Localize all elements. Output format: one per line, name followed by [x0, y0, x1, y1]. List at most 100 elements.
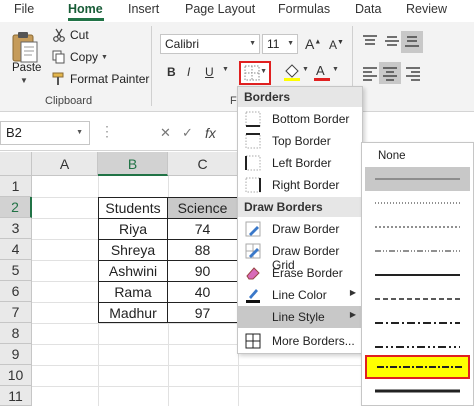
row-header-11[interactable]: 11	[0, 386, 32, 406]
line-style-medium[interactable]	[365, 263, 470, 287]
column-header-c[interactable]: C	[168, 152, 238, 176]
row-header-5[interactable]: 5	[0, 260, 32, 281]
bold-button[interactable]: B	[167, 65, 176, 79]
row-header-9[interactable]: 9	[0, 344, 32, 365]
chevron-down-icon[interactable]: ▼	[302, 66, 309, 73]
borders-icon	[244, 65, 260, 81]
table-header-cell[interactable]: Students	[99, 198, 168, 219]
tab-review[interactable]: Review	[406, 2, 447, 16]
group-divider	[151, 26, 152, 106]
decrease-font-size-icon[interactable]: A▼	[329, 38, 344, 52]
align-right-icon[interactable]	[405, 67, 421, 81]
draw-border-label: Draw Border	[272, 222, 340, 236]
line-style-dash-dot-dot[interactable]	[365, 239, 470, 263]
row-header-4[interactable]: 4	[0, 239, 32, 260]
increase-font-size-icon[interactable]: A▲	[305, 36, 321, 52]
cancel-icon[interactable]: ✕	[160, 125, 171, 141]
tab-formulas[interactable]: Formulas	[278, 2, 330, 16]
line-style-slanted-dash-dot[interactable]	[365, 355, 470, 379]
row-header-6[interactable]: 6	[0, 281, 32, 302]
enter-icon[interactable]: ✓	[182, 125, 193, 141]
line-color-item[interactable]: Line Color ▶	[238, 284, 362, 306]
align-left-icon[interactable]	[362, 67, 378, 81]
chevron-down-icon[interactable]: ▼	[287, 40, 294, 47]
line-style-dashed[interactable]	[365, 287, 470, 311]
cut-label: Cut	[70, 28, 89, 42]
paste-button[interactable]: Paste	[12, 62, 41, 74]
table-cell[interactable]: 88	[168, 240, 237, 261]
italic-button[interactable]: I	[187, 65, 190, 79]
top-align-icon[interactable]	[362, 35, 378, 47]
name-box[interactable]: B2 ▼	[0, 121, 90, 145]
tab-home[interactable]: Home	[68, 2, 103, 16]
table-cell[interactable]: 74	[168, 219, 237, 240]
line-color-icon	[246, 289, 260, 303]
middle-align-icon[interactable]	[384, 35, 400, 47]
erase-border-label: Erase Border	[272, 266, 343, 280]
table-header-cell[interactable]: Science	[168, 198, 237, 219]
row-header-3[interactable]: 3	[0, 218, 32, 239]
font-size-combo[interactable]: 11 ▼	[262, 34, 298, 54]
right-border-item[interactable]: Right Border	[238, 174, 362, 196]
table-cell[interactable]: Ashwini	[99, 261, 168, 282]
line-style-none[interactable]: None	[378, 150, 406, 162]
line-style-dotted[interactable]	[365, 215, 470, 239]
line-style-thick[interactable]	[365, 379, 470, 403]
bottom-border-item[interactable]: Bottom Border	[238, 108, 362, 130]
line-style-thin[interactable]	[365, 167, 470, 191]
active-tab-indicator	[68, 18, 104, 21]
align-center-icon[interactable]	[382, 67, 398, 81]
chevron-down-icon[interactable]: ▼	[101, 54, 108, 61]
column-header-b[interactable]: B	[98, 152, 168, 176]
cut-button[interactable]: Cut	[52, 26, 89, 44]
row-header-2[interactable]: 2	[0, 197, 32, 218]
erase-border-item[interactable]: Erase Border	[238, 262, 362, 284]
tab-insert[interactable]: Insert	[128, 2, 159, 16]
row-header-8[interactable]: 8	[0, 323, 32, 344]
left-border-item[interactable]: Left Border	[238, 152, 362, 174]
bottom-align-icon[interactable]	[404, 35, 420, 47]
top-border-item[interactable]: Top Border	[238, 130, 362, 152]
draw-border-grid-item[interactable]: Draw Border Grid	[238, 240, 362, 272]
copy-button[interactable]: Copy ▼	[52, 48, 108, 66]
chevron-down-icon[interactable]: ▼	[332, 66, 339, 73]
borders-dropdown-button[interactable]: ▼	[239, 61, 271, 85]
tab-data[interactable]: Data	[355, 2, 381, 16]
fill-color-icon[interactable]	[282, 62, 302, 82]
table-cell[interactable]: 40	[168, 282, 237, 303]
chevron-down-icon[interactable]: ▼	[76, 129, 83, 136]
line-style-dotted-hair[interactable]	[365, 191, 470, 215]
pencil-grid-icon	[245, 243, 261, 259]
row-header-10[interactable]: 10	[0, 365, 32, 386]
select-all-corner[interactable]	[0, 152, 32, 176]
table-cell[interactable]: Madhur	[99, 303, 168, 322]
table-cell[interactable]: Riya	[99, 219, 168, 240]
row-header-7[interactable]: 7	[0, 302, 32, 323]
table-cell[interactable]: 97	[168, 303, 237, 322]
table-cell[interactable]: Shreya	[99, 240, 168, 261]
paste-icon[interactable]	[10, 30, 40, 64]
table-cell[interactable]: Rama	[99, 282, 168, 303]
more-borders-label: More Borders...	[272, 334, 355, 348]
chevron-down-icon[interactable]: ▼	[260, 68, 267, 75]
line-style-medium-dash-dot[interactable]	[365, 311, 470, 335]
table-cell[interactable]: 90	[168, 261, 237, 282]
line-style-label: Line Style	[272, 310, 325, 324]
chevron-down-icon[interactable]: ▼	[20, 76, 28, 85]
font-name-combo[interactable]: Calibri ▼	[160, 34, 260, 54]
tab-page-layout[interactable]: Page Layout	[185, 2, 255, 16]
font-color-icon[interactable]: A	[313, 62, 331, 82]
tab-file[interactable]: File	[14, 2, 34, 16]
underline-button[interactable]: U	[205, 65, 214, 79]
format-painter-button[interactable]: Format Painter	[52, 70, 149, 88]
more-borders-item[interactable]: More Borders...	[238, 330, 362, 352]
chevron-down-icon[interactable]: ▼	[249, 40, 256, 47]
chevron-down-icon[interactable]: ▼	[222, 66, 229, 73]
insert-function-icon[interactable]: fx	[205, 125, 216, 141]
line-style-item[interactable]: Line Style ▶	[238, 306, 362, 328]
column-header-a[interactable]: A	[32, 152, 98, 176]
draw-border-item[interactable]: Draw Border	[238, 218, 362, 240]
font-name-value: Calibri	[165, 37, 200, 51]
svg-text:A: A	[316, 63, 325, 78]
row-header-1[interactable]: 1	[0, 176, 32, 197]
